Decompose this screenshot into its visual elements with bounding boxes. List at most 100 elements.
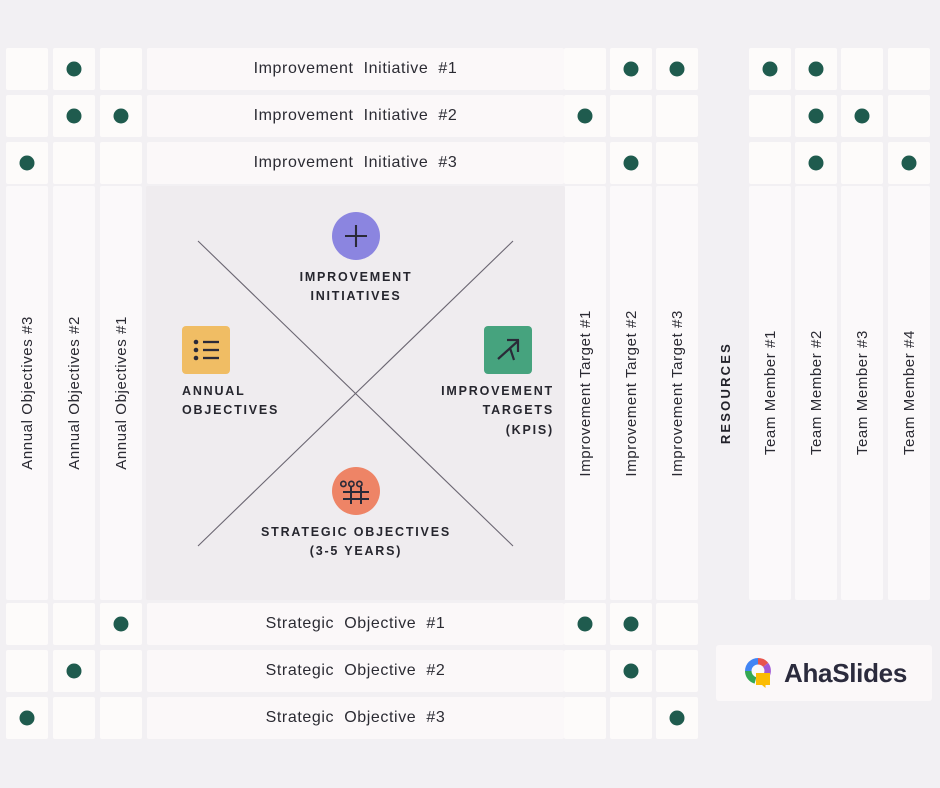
- improvement-target-column[interactable]: Improvement Target #3: [656, 186, 698, 600]
- annual-objective-column-text: Annual Objectives #2: [65, 316, 83, 470]
- team-member-column[interactable]: Team Member #4: [888, 186, 930, 600]
- improvement-targets-label: IMPROVEMENT TARGETS (KPIS): [441, 384, 554, 437]
- team-member-column[interactable]: Team Member #3: [841, 186, 883, 600]
- matrix-cell[interactable]: [6, 48, 48, 90]
- node-improvement-initiatives: IMPROVEMENT INITIATIVES: [251, 212, 461, 307]
- matrix-cell[interactable]: [53, 650, 95, 692]
- strategic-objectives-label: STRATEGIC OBJECTIVES (3-5 YEARS): [261, 525, 451, 559]
- matrix-cell[interactable]: [100, 48, 142, 90]
- correlation-dot: [113, 616, 129, 632]
- improvement-initiative-row-label[interactable]: Improvement Initiative #2: [147, 95, 564, 137]
- annual-objective-column[interactable]: Annual Objectives #2: [53, 186, 95, 600]
- improvement-target-column[interactable]: Improvement Target #2: [610, 186, 652, 600]
- correlation-dot: [623, 616, 639, 632]
- matrix-cell[interactable]: [564, 48, 606, 90]
- matrix-cell[interactable]: [6, 697, 48, 739]
- matrix-cell[interactable]: [100, 650, 142, 692]
- strategic-objective-row-label[interactable]: Strategic Objective #2: [147, 650, 564, 692]
- matrix-cell[interactable]: [888, 142, 930, 184]
- team-member-column[interactable]: Team Member #2: [795, 186, 837, 600]
- matrix-cell[interactable]: [610, 48, 652, 90]
- matrix-cell[interactable]: [656, 697, 698, 739]
- matrix-cell[interactable]: [610, 697, 652, 739]
- matrix-cell[interactable]: [795, 142, 837, 184]
- correlation-dot: [623, 663, 639, 679]
- improvement-target-column-text: Improvement Target #1: [576, 309, 594, 477]
- correlation-dot: [577, 616, 593, 632]
- matrix-cell[interactable]: [53, 142, 95, 184]
- correlation-dot: [808, 61, 824, 77]
- matrix-cell[interactable]: [656, 142, 698, 184]
- correlation-dot: [623, 61, 639, 77]
- matrix-cell[interactable]: [53, 697, 95, 739]
- matrix-cell[interactable]: [100, 95, 142, 137]
- matrix-cell[interactable]: [564, 603, 606, 645]
- ahaslides-wordmark: AhaSlides: [783, 657, 907, 688]
- matrix-cell[interactable]: [749, 95, 791, 137]
- node-strategic-objectives: STRATEGIC OBJECTIVES (3-5 YEARS): [241, 467, 471, 562]
- matrix-cell[interactable]: [656, 95, 698, 137]
- matrix-cell[interactable]: [610, 603, 652, 645]
- correlation-dot: [19, 155, 35, 171]
- matrix-cell[interactable]: [656, 603, 698, 645]
- annual-objective-column[interactable]: Annual Objectives #3: [6, 186, 48, 600]
- matrix-cell[interactable]: [841, 95, 883, 137]
- strategic-objective-row-label[interactable]: Strategic Objective #1: [147, 603, 564, 645]
- matrix-cell[interactable]: [6, 142, 48, 184]
- matrix-cell[interactable]: [100, 142, 142, 184]
- matrix-cell[interactable]: [888, 95, 930, 137]
- grid-target-icon: [332, 467, 380, 515]
- matrix-cell[interactable]: [610, 650, 652, 692]
- matrix-cell[interactable]: [564, 142, 606, 184]
- matrix-cell[interactable]: [100, 603, 142, 645]
- center-x-panel: IMPROVEMENT INITIATIVES ANNUAL OBJECTIVE…: [146, 186, 565, 600]
- team-member-column[interactable]: Team Member #1: [749, 186, 791, 600]
- correlation-dot: [66, 61, 82, 77]
- strategic-objective-row-label[interactable]: Strategic Objective #3: [147, 697, 564, 739]
- matrix-cell[interactable]: [610, 95, 652, 137]
- node-annual-objectives: ANNUAL OBJECTIVES: [154, 326, 304, 421]
- matrix-cell[interactable]: [53, 48, 95, 90]
- matrix-cell[interactable]: [749, 48, 791, 90]
- matrix-cell[interactable]: [795, 95, 837, 137]
- matrix-cell[interactable]: [564, 697, 606, 739]
- ahaslides-logo: AhaSlides: [716, 645, 932, 701]
- matrix-cell[interactable]: [795, 48, 837, 90]
- matrix-cell[interactable]: [564, 650, 606, 692]
- improvement-target-column[interactable]: Improvement Target #1: [564, 186, 606, 600]
- matrix-cell[interactable]: [6, 603, 48, 645]
- matrix-cell[interactable]: [841, 48, 883, 90]
- matrix-cell[interactable]: [656, 48, 698, 90]
- annual-objective-column[interactable]: Annual Objectives #1: [100, 186, 142, 600]
- matrix-cell[interactable]: [53, 603, 95, 645]
- matrix-cell[interactable]: [841, 142, 883, 184]
- matrix-cell[interactable]: [564, 95, 606, 137]
- matrix-cell[interactable]: [610, 142, 652, 184]
- matrix-cell[interactable]: [100, 697, 142, 739]
- team-member-column-text: Team Member #4: [900, 330, 918, 456]
- matrix-cell[interactable]: [749, 142, 791, 184]
- correlation-dot: [854, 108, 870, 124]
- plus-icon: [332, 212, 380, 260]
- matrix-cell[interactable]: [53, 95, 95, 137]
- correlation-dot: [66, 663, 82, 679]
- correlation-dot: [669, 61, 685, 77]
- improvement-initiative-row-label[interactable]: Improvement Initiative #3: [147, 142, 564, 184]
- improvement-target-column-text: Improvement Target #3: [668, 309, 686, 477]
- correlation-dot: [808, 108, 824, 124]
- resources-label-text: RESOURCES: [717, 341, 733, 445]
- correlation-dot: [623, 155, 639, 171]
- annual-objective-column-text: Annual Objectives #3: [18, 316, 36, 470]
- improvement-target-column-text: Improvement Target #2: [622, 309, 640, 477]
- matrix-cell[interactable]: [888, 48, 930, 90]
- bulleted-list-icon: [182, 326, 230, 374]
- team-member-column-text: Team Member #3: [853, 330, 871, 456]
- correlation-dot: [669, 710, 685, 726]
- matrix-cell[interactable]: [6, 650, 48, 692]
- matrix-cell[interactable]: [6, 95, 48, 137]
- improvement-initiative-row-label[interactable]: Improvement Initiative #1: [147, 48, 564, 90]
- matrix-cell[interactable]: [656, 650, 698, 692]
- annual-objectives-label: ANNUAL OBJECTIVES: [182, 384, 280, 418]
- correlation-dot: [19, 710, 35, 726]
- improvement-initiatives-label: IMPROVEMENT INITIATIVES: [299, 270, 413, 304]
